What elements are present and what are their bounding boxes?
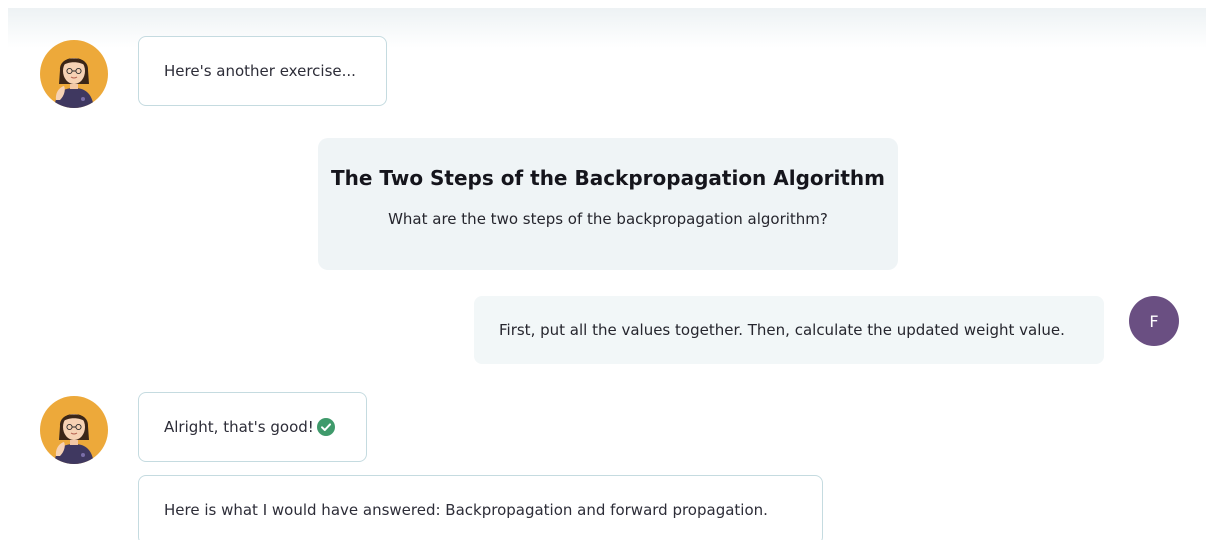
tutor-avatar [40, 40, 108, 108]
tutor-avatar-icon [54, 58, 94, 108]
exercise-question: What are the two steps of the backpropag… [388, 210, 828, 228]
tutor-avatar-icon [54, 414, 94, 464]
user-message-text: First, put all the values together. Then… [499, 321, 1065, 339]
exercise-title: The Two Steps of the Backpropagation Alg… [330, 166, 886, 190]
tutor-avatar [40, 396, 108, 464]
tutor-message: Here's another exercise... [138, 36, 387, 106]
chat-window: Here's another exercise... The Two Steps… [0, 0, 1206, 540]
user-message: First, put all the values together. Then… [474, 296, 1104, 364]
user-avatar: F [1129, 296, 1179, 346]
tutor-feedback-message: Alright, that's good! [138, 392, 367, 462]
tutor-feedback-text: Alright, that's good! [164, 418, 314, 436]
check-circle-icon [316, 418, 335, 436]
exercise-card: The Two Steps of the Backpropagation Alg… [318, 138, 898, 270]
tutor-answer-text: Here is what I would have answered: Back… [164, 501, 768, 519]
tutor-message-text: Here's another exercise... [164, 62, 356, 80]
tutor-answer-message: Here is what I would have answered: Back… [138, 475, 823, 540]
user-avatar-initial: F [1149, 311, 1159, 331]
